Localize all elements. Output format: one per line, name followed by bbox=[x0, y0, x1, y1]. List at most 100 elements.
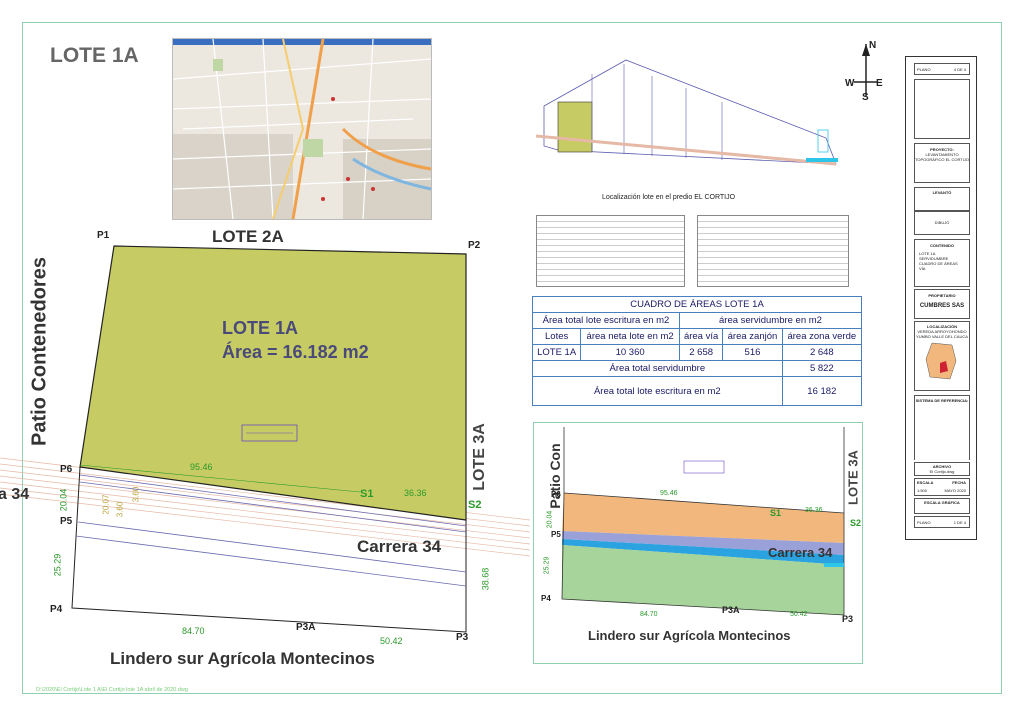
lot-1a-polygon bbox=[79, 245, 467, 521]
tb-sistema-label: SISTEMA DE REFERENCIA: bbox=[915, 398, 969, 403]
point-s1: S1 bbox=[360, 488, 374, 500]
areas-table: CUADRO DE ÁREAS LOTE 1A Área total lote … bbox=[531, 296, 863, 406]
detail-point-s1: S1 bbox=[770, 508, 782, 518]
dim-p6-p5: 20.04 bbox=[58, 488, 69, 512]
detail-south-label: Lindero sur Agrícola Montecinos bbox=[588, 628, 791, 643]
point-p2: P2 bbox=[468, 240, 481, 251]
col-lotes: Lotes bbox=[531, 328, 582, 345]
tb-escala-value: 1:500 bbox=[917, 488, 928, 493]
tb-plano2-value: 1 DE 4 bbox=[953, 520, 966, 525]
location-map bbox=[172, 38, 432, 220]
detail-dim-s: 36.36 bbox=[805, 507, 823, 514]
point-p5: P5 bbox=[60, 516, 73, 527]
col-area-verde: área zona verde bbox=[781, 328, 863, 345]
tb-escala-fecha: ESCALA FECHA 1:500 MAYO 2020 bbox=[914, 478, 970, 496]
dim-east-lower: 38.68 bbox=[480, 567, 491, 591]
point-p1: P1 bbox=[97, 230, 110, 241]
point-p6: P6 bbox=[60, 464, 73, 475]
areas-table-title: CUADRO DE ÁREAS LOTE 1A bbox=[532, 296, 862, 313]
title-block-lower: ARCHIVO El Cortijo.dwg ESCALA FECHA 1:50… bbox=[905, 460, 977, 540]
detail-dim-left1: 20.04 bbox=[546, 510, 554, 529]
tb-plano-value: 4 DE 4 bbox=[953, 67, 966, 72]
dim-s1-s2: 36.36 bbox=[404, 488, 427, 498]
dim-inner-a: 20.07 bbox=[101, 494, 111, 515]
servidumbre-label: Área total servidumbre bbox=[532, 360, 783, 377]
detail-dim-bot2: 50.42 bbox=[790, 611, 808, 618]
cell-via: 2 658 bbox=[678, 344, 724, 361]
tb-propietario-label: PROPIETARIO bbox=[928, 293, 956, 298]
file-path-note: D:\2020\El Cortijo\Lote 1 A\El Cortijo l… bbox=[36, 687, 188, 693]
location-plan bbox=[536, 59, 838, 166]
tb-plano: PLANO 4 DE 4 bbox=[914, 63, 970, 75]
dim-inner-b: 3.60 bbox=[115, 501, 125, 518]
lot-area-label: Área = 16.182 m2 bbox=[222, 342, 369, 362]
tb-archivo-value: El Cortijo.dwg bbox=[929, 469, 955, 474]
total-value: 16 182 bbox=[781, 376, 863, 406]
tb-contenido-text: LOTE 1A SERVIDUMBRE CUADRO DE ÁREAS VÍA bbox=[919, 251, 958, 271]
header-lote-escritura: Área total lote escritura en m2 bbox=[532, 312, 680, 329]
detail-east-label: LOTE 3A bbox=[845, 450, 861, 505]
detail-point-p3: P3 bbox=[842, 614, 854, 624]
sheet-title: LOTE 1A bbox=[50, 44, 139, 67]
compass-e: E bbox=[876, 78, 883, 89]
point-p4: P4 bbox=[50, 604, 63, 615]
tb-contenido: CONTENIDO LOTE 1A SERVIDUMBRE CUADRO DE … bbox=[914, 239, 970, 287]
detail-point-p3a: P3A bbox=[722, 605, 740, 615]
east-neighbor-label: LOTE 3A bbox=[471, 423, 488, 491]
tb-fecha-label: FECHA bbox=[952, 480, 966, 485]
compass-s: S bbox=[862, 92, 869, 103]
west-neighbor-label: Patio Contenedores bbox=[28, 257, 51, 446]
south-neighbor-label: Lindero sur Agrícola Montecinos bbox=[110, 649, 375, 668]
road-partial-label: a 34 bbox=[0, 486, 30, 503]
detail-dim-top: 95.46 bbox=[660, 490, 678, 497]
areas-table-wrapper: CUADRO DE ÁREAS LOTE 1A Área total lote … bbox=[531, 296, 863, 406]
detail-point-p4: P4 bbox=[541, 594, 551, 603]
tb-plano-label: PLANO bbox=[917, 67, 931, 72]
cell-zanjon: 516 bbox=[722, 344, 783, 361]
tb-archivo: ARCHIVO El Cortijo.dwg bbox=[914, 462, 970, 476]
detail-point-p5: P5 bbox=[551, 530, 561, 539]
col-area-zanjon: área zanjón bbox=[722, 328, 783, 345]
col-area-via: área vía bbox=[678, 328, 724, 345]
compass-n: N bbox=[869, 40, 877, 51]
location-plan-caption: Localización lote en el predio EL CORTIJ… bbox=[602, 194, 736, 201]
tb-dibujo-label: DIBUJÓ bbox=[934, 220, 950, 225]
dim-p5-p4: 25.29 bbox=[52, 553, 63, 577]
header-servidumbre: área servidumbre en m2 bbox=[678, 312, 863, 329]
main-lot-plan bbox=[0, 245, 530, 633]
servidumbre-value: 5 822 bbox=[781, 360, 863, 377]
tb-plano-2: PLANO 1 DE 4 bbox=[914, 516, 970, 528]
col-area-neta: área neta lote en m2 bbox=[580, 328, 680, 345]
tb-blank-1 bbox=[914, 79, 970, 139]
detail-road-label: Carrera 34 bbox=[768, 545, 833, 560]
dim-p4-p3a: 84.70 bbox=[182, 626, 205, 636]
tb-propietario: PROPIETARIO CUMBRES SAS bbox=[914, 289, 970, 319]
cell-neta: 10 360 bbox=[580, 344, 680, 361]
tb-dibujo: DIBUJÓ bbox=[914, 211, 970, 235]
road-label: Carrera 34 bbox=[357, 537, 442, 556]
tb-proyecto-text: LEVANTAMIENTO TOPOGRÁFICO EL CORTIJO bbox=[915, 152, 969, 162]
tb-fecha-value: MAYO 2020 bbox=[944, 488, 967, 493]
region-map-icon bbox=[925, 342, 957, 380]
tb-levanto: LEVANTÓ bbox=[914, 187, 970, 211]
total-label: Área total lote escritura en m2 bbox=[532, 376, 783, 406]
tb-levanto-label: LEVANTÓ bbox=[932, 190, 952, 195]
point-p3: P3 bbox=[456, 632, 469, 643]
tb-escala-grafica-label: ESCALA GRÁFICA bbox=[924, 500, 960, 505]
tb-proyecto: PROYECTO: LEVANTAMIENTO TOPOGRÁFICO EL C… bbox=[914, 143, 970, 183]
point-p3a: P3A bbox=[296, 622, 316, 633]
dim-p3a-p3: 50.42 bbox=[380, 636, 403, 646]
detail-point-p6: P6 bbox=[551, 490, 561, 499]
dim-top-edge: 95.46 bbox=[190, 462, 213, 472]
cell-lote: LOTE 1A bbox=[531, 344, 582, 361]
tb-sistema: SISTEMA DE REFERENCIA: bbox=[914, 395, 970, 469]
north-neighbor-label: LOTE 2A bbox=[212, 227, 284, 246]
street-map-image bbox=[173, 39, 431, 219]
coordinates-table-right bbox=[697, 215, 849, 287]
dim-inner-c: 3.60 bbox=[131, 486, 141, 503]
detail-dim-bot1: 84.70 bbox=[640, 611, 658, 618]
tb-localizacion-text: VEREDA ARROYOHONDO YUMBO VALLE DEL CAUCA bbox=[916, 329, 968, 339]
coordinates-table-left bbox=[536, 215, 685, 287]
point-s2: S2 bbox=[468, 499, 482, 511]
tb-localizacion: LOCALIZACIÓN VEREDA ARROYOHONDO YUMBO VA… bbox=[914, 321, 970, 391]
